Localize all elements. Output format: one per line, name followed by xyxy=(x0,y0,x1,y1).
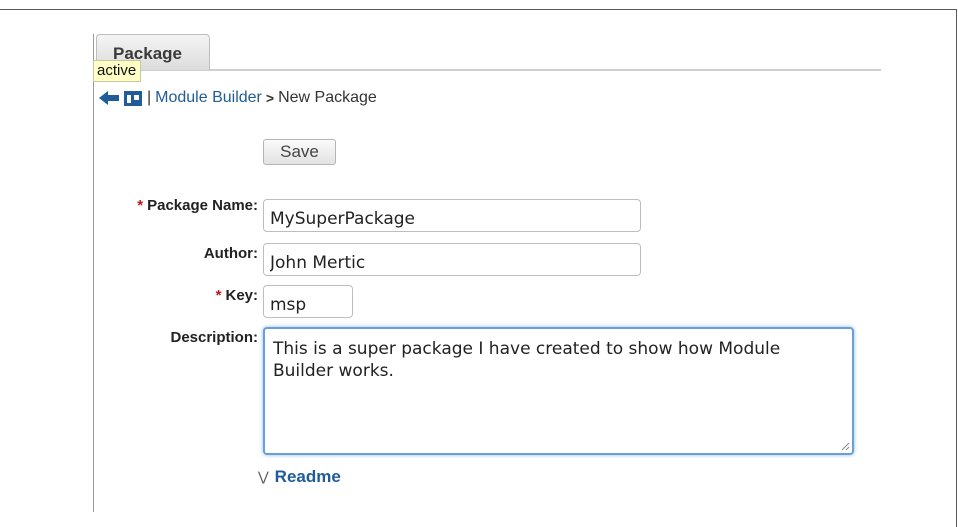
package-name-input[interactable] xyxy=(263,199,641,232)
description-textarea[interactable]: This is a super package I have created t… xyxy=(263,327,854,455)
resize-grip-icon[interactable] xyxy=(840,441,850,451)
key-label-text: Key: xyxy=(225,287,258,304)
tooltip: active xyxy=(93,60,142,82)
required-marker: * xyxy=(215,287,222,304)
package-name-label-text: Package Name: xyxy=(147,197,258,214)
save-button[interactable]: Save xyxy=(263,139,336,165)
breadcrumb: | Module Builder > New Package xyxy=(97,86,377,110)
content-border xyxy=(93,34,94,512)
readme-label: Readme xyxy=(274,467,341,486)
breadcrumb-arrow: > xyxy=(265,90,275,106)
breadcrumb-current: New Package xyxy=(278,89,377,106)
readme-toggle[interactable]: ⋁ Readme xyxy=(258,467,341,487)
package-name-label: * Package Name: xyxy=(137,197,258,214)
key-input[interactable] xyxy=(263,285,353,318)
description-label-text: Description: xyxy=(170,329,258,346)
tab-strip-divider xyxy=(93,69,881,71)
author-input[interactable] xyxy=(263,243,641,276)
back-arrow-icon[interactable] xyxy=(97,88,123,108)
breadcrumb-separator: | xyxy=(147,89,152,106)
description-label: Description: xyxy=(170,329,258,346)
key-label: * Key: xyxy=(216,287,258,304)
home-icon[interactable] xyxy=(123,89,143,107)
double-chevron-down-icon: ⋁ xyxy=(258,469,269,484)
tooltip-text: active xyxy=(97,62,137,79)
breadcrumb-icons xyxy=(97,88,143,108)
author-label-text: Author: xyxy=(203,245,258,262)
breadcrumb-link-module-builder[interactable]: Module Builder xyxy=(155,89,262,107)
required-marker: * xyxy=(137,197,144,214)
author-label: Author: xyxy=(204,245,258,262)
